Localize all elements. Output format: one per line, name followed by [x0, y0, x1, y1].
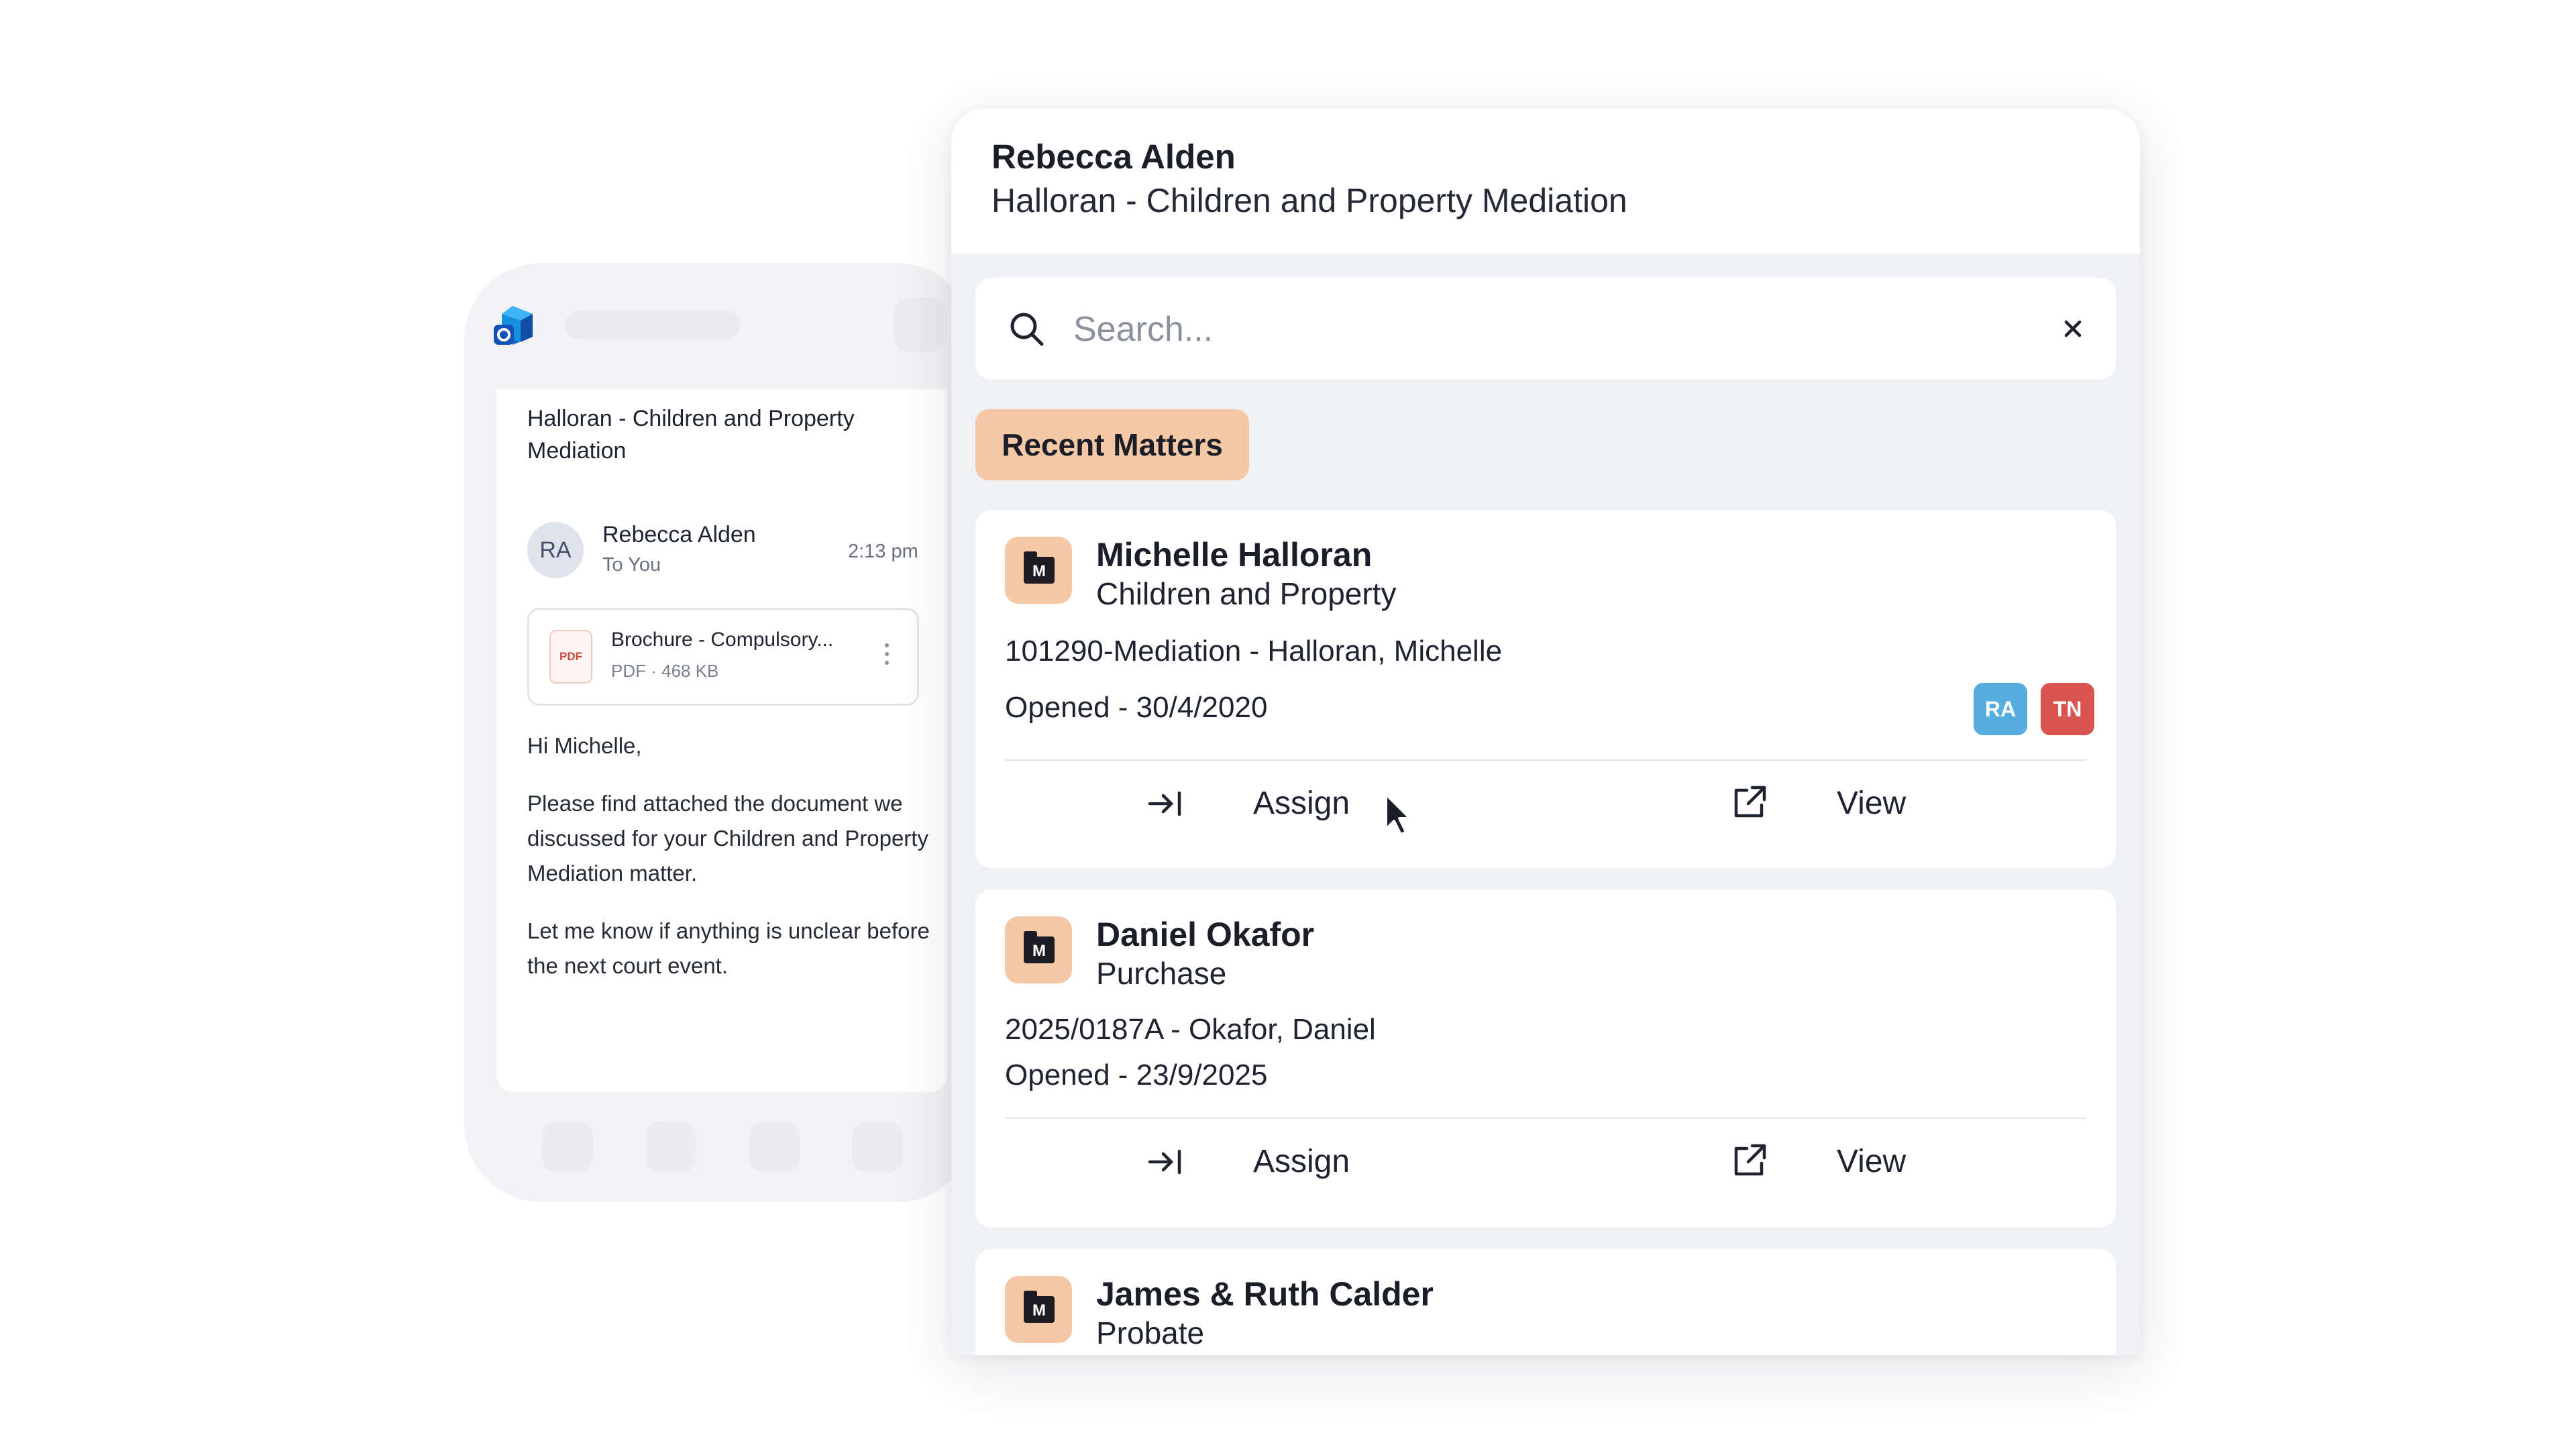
pointer-cursor-icon	[1385, 793, 1411, 836]
matter-client: Daniel Okafor	[1096, 916, 1315, 953]
account-pill	[565, 310, 741, 339]
matter-reference: 101290-Mediation - Halloran, Michelle	[1005, 635, 1503, 667]
dock-button[interactable]	[852, 1122, 903, 1173]
pdf-icon: PDF	[549, 630, 592, 684]
divider	[1005, 1118, 2086, 1119]
more-vertical-icon[interactable]	[883, 643, 890, 670]
email-timestamp: 2:13 pm	[848, 541, 918, 562]
external-link-icon[interactable]	[1729, 782, 1770, 822]
view-button[interactable]: View	[1837, 785, 1906, 822]
recipient: To You	[602, 554, 661, 576]
view-button[interactable]: View	[1837, 1143, 1906, 1180]
matter-reference: 2025/0187A - Okafor, Daniel	[1005, 1013, 1376, 1046]
matter-opened-date: Opened - 23/9/2025	[1005, 1059, 1268, 1091]
assign-button[interactable]: Assign	[1253, 785, 1350, 822]
attachment-card[interactable]: PDF Brochure - Compulsory... PDF · 468 K…	[527, 608, 919, 706]
matter-type: Children and Property	[1096, 576, 1397, 611]
matter-opened-date: Opened - 30/4/2020	[1005, 691, 1268, 724]
sender-name: Rebecca Alden	[602, 522, 756, 547]
panel-header: Rebecca Alden Halloran - Children and Pr…	[951, 109, 2140, 254]
matter-type: Probate	[1096, 1316, 1205, 1350]
assign-arrow-icon[interactable]	[1146, 784, 1186, 824]
matter-card[interactable]: M Daniel Okafor Purchase 2025/0187A - Ok…	[975, 890, 2116, 1228]
matters-panel: Rebecca Alden Halloran - Children and Pr…	[951, 109, 2140, 1355]
matter-client: James & Ruth Calder	[1096, 1275, 1434, 1313]
dock-button[interactable]	[645, 1122, 696, 1173]
external-link-icon[interactable]	[1729, 1140, 1770, 1181]
matter-folder-icon: M	[1005, 537, 1072, 604]
matter-folder-icon: M	[1005, 916, 1072, 983]
matter-type: Purchase	[1096, 956, 1227, 991]
matter-client: Michelle Halloran	[1096, 536, 1373, 574]
email-paragraph: Let me know if anything is unclear befor…	[527, 918, 930, 978]
search-icon	[1010, 313, 1044, 346]
assignee-badge: TN	[2041, 683, 2094, 735]
avatar: RA	[527, 522, 584, 578]
matter-card[interactable]: M Michelle Halloran Children and Propert…	[975, 510, 2116, 868]
attachment-name: Brochure - Compulsory...	[611, 629, 834, 651]
matter-folder-icon: M	[1005, 1276, 1072, 1343]
matter-card[interactable]: M James & Ruth Calder Probate	[975, 1249, 2116, 1355]
email-paragraph: Please find attached the document we dis…	[527, 791, 928, 885]
matter-title: Halloran - Children and Property Mediati…	[991, 182, 1627, 219]
close-icon[interactable]	[2058, 314, 2088, 343]
toolbar-button[interactable]	[894, 298, 947, 352]
dock-button[interactable]	[749, 1122, 800, 1173]
assign-button[interactable]: Assign	[1253, 1143, 1350, 1180]
dock-button[interactable]	[542, 1122, 593, 1173]
search-input[interactable]	[1072, 305, 2014, 354]
assignee-badge: RA	[1974, 683, 2027, 735]
contact-name: Rebecca Alden	[991, 138, 1236, 176]
outlook-icon	[494, 306, 533, 345]
email-body: Hi Michelle, Please find attached the do…	[527, 729, 930, 1006]
recent-matters-tab[interactable]: Recent Matters	[975, 409, 1249, 480]
assign-arrow-icon[interactable]	[1146, 1142, 1186, 1182]
divider	[1005, 759, 2086, 761]
search-bar	[975, 278, 2116, 380]
email-subject: Halloran - Children and Property Mediati…	[527, 406, 855, 464]
email-greeting: Hi Michelle,	[527, 733, 642, 758]
attachment-meta: PDF · 468 KB	[611, 661, 719, 681]
